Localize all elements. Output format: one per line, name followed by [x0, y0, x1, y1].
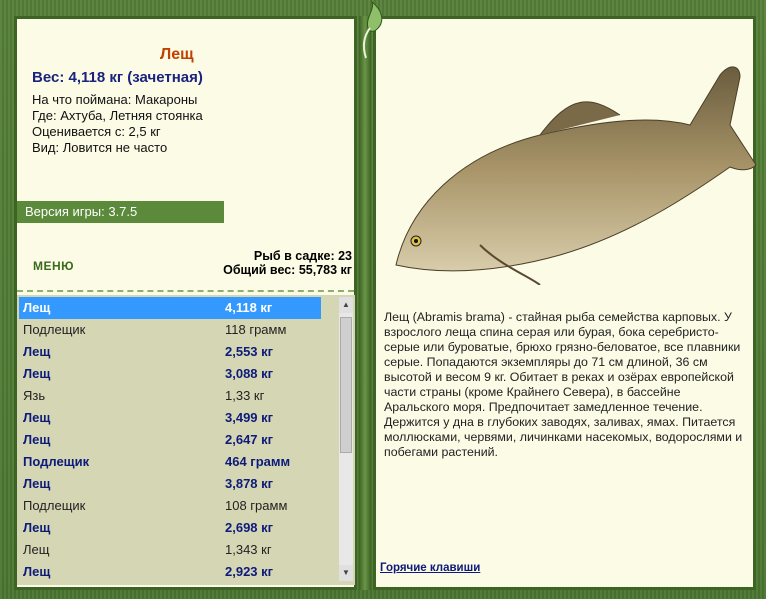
catch-list-row[interactable]: Лещ 1,343 кг — [19, 539, 321, 561]
catch-list-row[interactable]: Лещ 2,698 кг — [19, 517, 321, 539]
catch-fish-weight: 2,647 кг — [225, 432, 274, 447]
catch-list[interactable]: Лещ 4,118 кг Подлещик 118 грамм Лещ 2,553 кг Л… — [17, 295, 355, 585]
catch-fish-name: Подлещик — [23, 322, 86, 337]
fish-count: Рыб в садке: 23 — [253, 249, 352, 263]
fish-weight: Вес: 4,118 кг (зачетная) — [32, 69, 203, 86]
catch-fish-name: Лещ — [23, 476, 51, 491]
catch-list-row[interactable]: Лещ 3,499 кг — [19, 407, 321, 429]
catch-fish-weight: 2,553 кг — [225, 344, 274, 359]
hotkeys-link[interactable]: Горячие клавиши — [380, 562, 480, 574]
catch-fish-weight: 108 грамм — [225, 498, 288, 513]
catch-fish-weight: 2,923 кг — [225, 564, 274, 579]
catch-list-row[interactable]: Лещ 3,878 кг — [19, 473, 321, 495]
catch-fish-weight: 3,499 кг — [225, 410, 274, 425]
fish-bait: На что поймана: Макароны — [32, 92, 198, 107]
panel-divider — [359, 16, 371, 590]
fish-name-title: Лещ — [160, 46, 194, 63]
catch-fish-weight: 4,118 кг — [225, 300, 273, 315]
menu-button[interactable]: МЕНЮ — [33, 259, 74, 273]
bream-fish-image — [395, 66, 757, 285]
catch-fish-weight: 464 грамм — [225, 454, 291, 469]
fish-value: Оценивается с: 2,5 кг — [32, 124, 161, 139]
game-version-bar: Версия игры: 3.7.5 — [17, 201, 224, 223]
scroll-down-arrow-icon[interactable]: ▼ — [339, 565, 353, 581]
catch-fish-name: Лещ — [23, 564, 51, 579]
catch-list-row[interactable]: Подлещик 118 грамм — [19, 319, 321, 341]
scrollbar-thumb[interactable] — [340, 317, 352, 453]
catch-fish-name: Лещ — [23, 366, 51, 381]
catch-fish-name: Лещ — [23, 344, 51, 359]
catch-list-scrollbar[interactable]: ▲ ▼ — [339, 297, 353, 581]
catch-list-row[interactable]: Лещ 4,118 кг — [19, 297, 321, 319]
catch-stats: Рыб в садке: 23 Общий вес: 55,783 кг — [223, 249, 352, 277]
fish-location: Где: Ахтуба, Летняя стоянка — [32, 108, 203, 123]
catch-list-row[interactable]: Лещ 2,647 кг — [19, 429, 321, 451]
catch-fish-name: Лещ — [23, 410, 51, 425]
catch-fish-name: Лещ — [23, 520, 51, 535]
fish-type: Вид: Ловится не часто — [32, 140, 168, 155]
catch-fish-name: Подлещик — [23, 498, 86, 513]
dashed-separator — [17, 290, 354, 292]
catch-fish-name: Язь — [23, 388, 46, 403]
catch-list-row[interactable]: Лещ 3,088 кг — [19, 363, 321, 385]
catch-fish-weight: 118 грамм — [225, 322, 287, 337]
catch-list-row[interactable]: Подлещик 464 грамм — [19, 451, 321, 473]
catch-fish-name: Лещ — [23, 542, 50, 557]
leaf-ornament-icon — [362, 0, 383, 59]
fish-description: Лещ (Abramis brama) - стайная рыба семей… — [384, 310, 743, 459]
catch-fish-name: Подлещик — [23, 454, 90, 469]
catch-list-row[interactable]: Лещ 2,923 кг — [19, 561, 321, 583]
catch-fish-weight: 3,878 кг — [225, 476, 274, 491]
catch-fish-name: Лещ — [23, 432, 51, 447]
catch-fish-weight: 3,088 кг — [225, 366, 274, 381]
catch-list-row[interactable]: Язь 1,33 кг — [19, 385, 321, 407]
catch-fish-weight: 1,33 кг — [225, 388, 265, 403]
scroll-up-arrow-icon[interactable]: ▲ — [339, 297, 353, 313]
catch-fish-weight: 2,698 кг — [225, 520, 274, 535]
catch-fish-weight: 1,343 кг — [225, 542, 272, 557]
catch-fish-name: Лещ — [23, 300, 51, 315]
catch-list-row[interactable]: Лещ 2,553 кг — [19, 341, 321, 363]
total-weight: Общий вес: 55,783 кг — [223, 263, 352, 277]
catch-list-row[interactable]: Подлещик 108 грамм — [19, 495, 321, 517]
